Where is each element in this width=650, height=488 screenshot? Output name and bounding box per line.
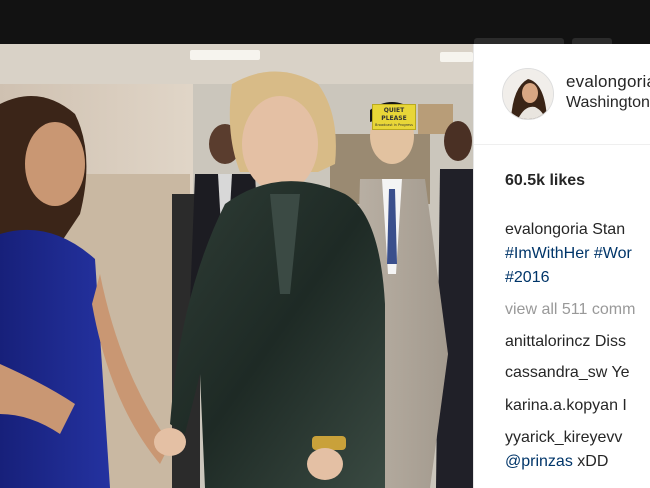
caption-text: Stan	[592, 221, 626, 238]
comment: karina.a.kopyan I	[505, 397, 627, 415]
comment-text: Ye	[611, 364, 630, 381]
avatar-image	[503, 69, 553, 119]
post-photo[interactable]: QUIET PLEASE Broadcast in Progress	[0, 44, 473, 488]
top-bar	[0, 0, 650, 44]
sign-subtitle: Broadcast in Progress	[375, 123, 413, 127]
avatar[interactable]	[502, 68, 554, 120]
comment-user[interactable]: cassandra_sw	[505, 364, 607, 381]
quiet-please-sign: QUIET PLEASE Broadcast in Progress	[372, 104, 416, 130]
bracelet	[312, 436, 346, 450]
comment-text: Diss	[594, 333, 626, 350]
post-header: evalongoria Washington	[474, 44, 650, 145]
caption-line: evalongoria Stan	[505, 221, 625, 239]
caption-author[interactable]: evalongoria	[505, 221, 588, 238]
ceiling-light	[190, 50, 260, 60]
username[interactable]: evalongoria	[566, 72, 650, 92]
hashtag-imwithher[interactable]: #ImWithHer	[505, 245, 589, 262]
ceiling-light	[440, 52, 473, 62]
man-right-head	[444, 121, 472, 161]
woman-dress	[0, 229, 110, 488]
comment-user[interactable]: karina.a.kopyan	[505, 397, 618, 414]
post-details-panel: evalongoria Washington 60.5k likes evalo…	[473, 44, 650, 488]
comment: yyarick_kireyevv	[505, 429, 622, 447]
likes-count[interactable]: 60.5k likes	[505, 172, 585, 190]
hashtag-2016[interactable]: #2016	[505, 269, 550, 286]
caption-hashtags: #ImWithHer #Wor	[505, 245, 632, 263]
woman-face	[25, 122, 85, 206]
sign-title: QUIET PLEASE	[381, 107, 407, 122]
hashtag-wor[interactable]: #Wor	[594, 245, 632, 262]
comment-text: I	[622, 397, 627, 414]
comment-user[interactable]: yyarick_kireyevv	[505, 429, 622, 446]
comment: anittalorincz Diss	[505, 333, 626, 351]
location[interactable]: Washington	[566, 94, 650, 112]
hillary-hand	[307, 448, 343, 480]
holding-hands	[154, 428, 186, 456]
comment-mention[interactable]: @prinzas	[505, 453, 573, 470]
hillary-face	[242, 96, 318, 192]
comment-user[interactable]: anittalorincz	[505, 333, 590, 350]
comment: @prinzas xDD	[505, 453, 608, 471]
comment-text: xDD	[577, 453, 609, 470]
comment: cassandra_sw Ye	[505, 364, 630, 382]
view-all-comments-link[interactable]: view all 511 comm	[505, 301, 635, 319]
caption-hashtags-2: #2016	[505, 269, 550, 287]
